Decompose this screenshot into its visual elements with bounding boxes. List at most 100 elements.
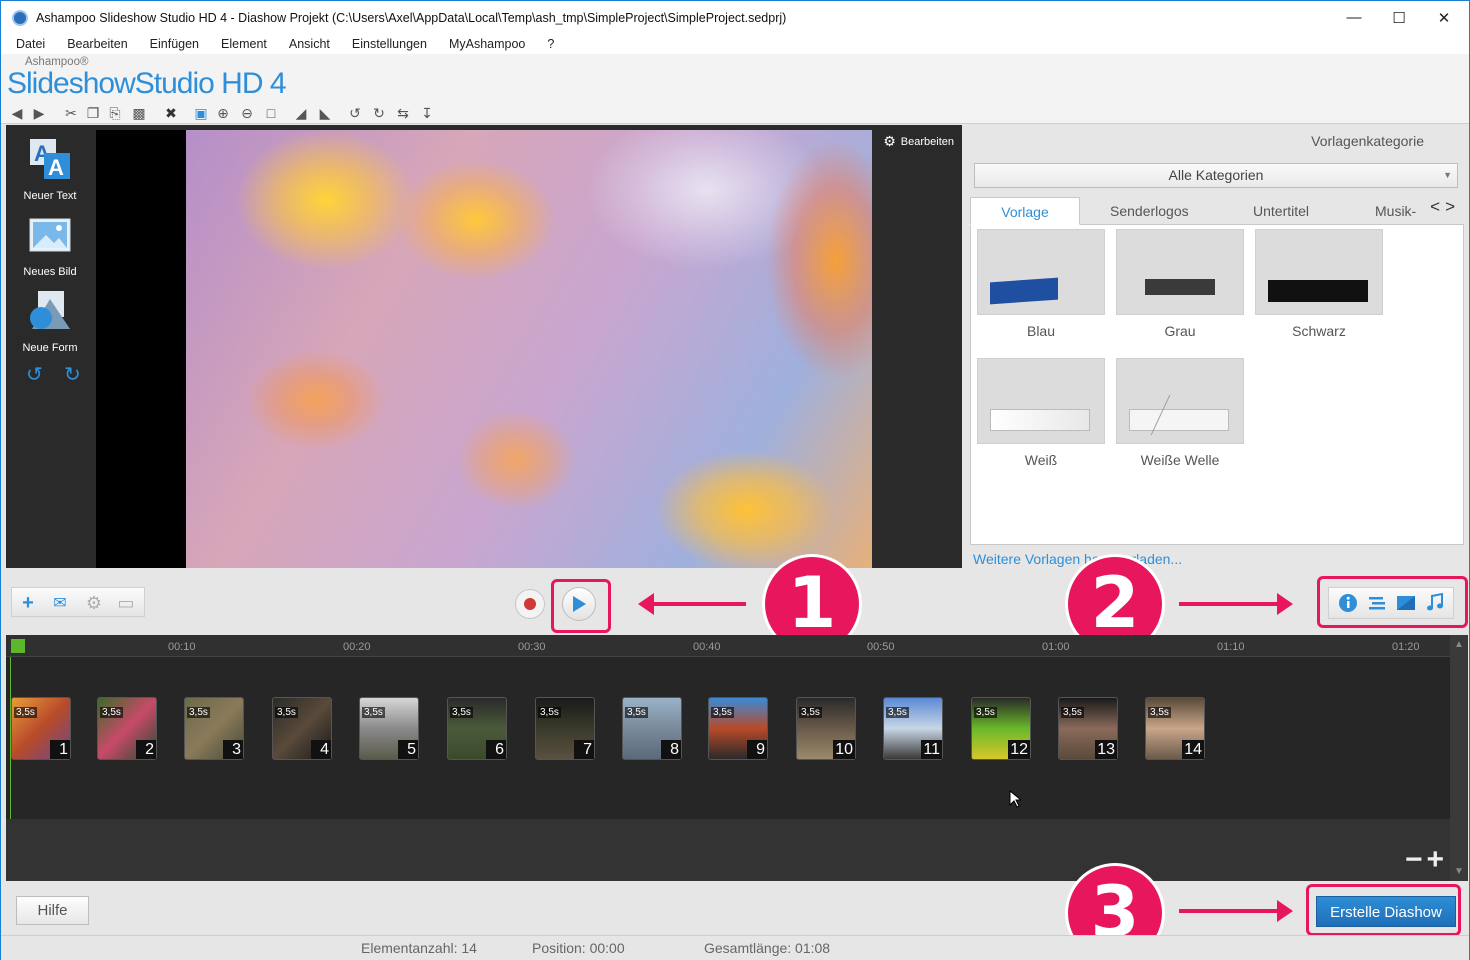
- timeline-clip[interactable]: 3,5s 5: [359, 697, 419, 760]
- play-button[interactable]: [562, 587, 596, 621]
- timeline: 00:10 00:20 00:30 00:40 00:50 01:00 01:1…: [6, 635, 1468, 881]
- minimize-icon[interactable]: —: [1331, 1, 1377, 34]
- menu-einfuegen[interactable]: Einfügen: [150, 37, 199, 51]
- music-icon[interactable]: [1423, 593, 1447, 613]
- cut-icon[interactable]: ✂: [63, 105, 79, 121]
- timeline-clip[interactable]: 3,5s 6: [447, 697, 507, 760]
- tick-label: 01:20: [1392, 641, 1420, 653]
- undo-icon[interactable]: ◀: [9, 105, 25, 121]
- template-item-blau[interactable]: Blau: [977, 229, 1105, 339]
- timeline-track[interactable]: 3,5s 1 3,5s 2 3,5s 3 3,5s 4 3,5s 5 3,5s 6 3,5s…: [6, 657, 1450, 819]
- undo-icon[interactable]: ↺: [26, 362, 43, 387]
- tick-label: 01:00: [1042, 641, 1070, 653]
- zoom-reset-icon[interactable]: □: [263, 105, 279, 121]
- zoom-in-icon[interactable]: +: [1426, 843, 1448, 876]
- template-item-weiss[interactable]: Weiß: [977, 358, 1105, 468]
- start-marker-icon[interactable]: [11, 639, 25, 653]
- timeline-clip[interactable]: 3,5s 9: [708, 697, 768, 760]
- new-shape-tool[interactable]: Neue Form: [6, 289, 94, 354]
- tab-senderlogos[interactable]: Senderlogos: [1110, 197, 1189, 225]
- category-value: Alle Kategorien: [1168, 167, 1264, 183]
- redo-icon[interactable]: ↻: [64, 362, 81, 387]
- menu-myashampoo[interactable]: MyAshampoo: [449, 37, 525, 51]
- close-icon[interactable]: ✕: [1421, 1, 1467, 34]
- timeline-clip[interactable]: 3,5s 2: [97, 697, 157, 760]
- zoom-out-icon[interactable]: ⊖: [239, 105, 255, 121]
- edit-button[interactable]: ⚙ Bearbeiten: [883, 133, 954, 150]
- preview-image[interactable]: [186, 130, 872, 568]
- timeline-clip[interactable]: 3,5s 13: [1058, 697, 1118, 760]
- clip-number: 4: [311, 740, 331, 759]
- chevron-down-icon: ▼: [1443, 170, 1452, 180]
- tab-scroll-buttons[interactable]: <>: [1430, 197, 1460, 217]
- status-bar: Elementanzahl: 14 Position: 00:00 Gesamt…: [1, 935, 1469, 960]
- zoom-fit-icon[interactable]: ▣: [193, 105, 209, 121]
- clip-duration: 3,5s: [625, 707, 648, 718]
- info-icon[interactable]: [1336, 593, 1360, 613]
- new-text-tool[interactable]: A A Neuer Text: [6, 137, 94, 202]
- template-item-weisse-welle[interactable]: Weiße Welle: [1116, 358, 1244, 468]
- transition-icon[interactable]: [1394, 593, 1418, 613]
- template-item-schwarz[interactable]: Schwarz: [1255, 229, 1383, 339]
- tab-untertitel[interactable]: Untertitel: [1253, 197, 1309, 225]
- rotate-right-icon[interactable]: ↻: [371, 105, 387, 121]
- bring-forward-icon[interactable]: ◢: [293, 105, 309, 121]
- new-image-tool[interactable]: Neues Bild: [6, 213, 94, 278]
- align-icon[interactable]: ↧: [419, 105, 435, 121]
- tick-label: 00:50: [867, 641, 895, 653]
- timeline-clip[interactable]: 3,5s 10: [796, 697, 856, 760]
- clip-duration: 3,5s: [275, 707, 298, 718]
- timeline-clip[interactable]: 3,5s 11: [883, 697, 943, 760]
- timeline-icon[interactable]: [1365, 593, 1389, 613]
- help-button[interactable]: Hilfe: [16, 896, 89, 925]
- timeline-clip[interactable]: 3,5s 1: [11, 697, 71, 760]
- product-version: HD 4: [221, 67, 286, 100]
- timeline-clip[interactable]: 3,5s 8: [622, 697, 682, 760]
- rotate-left-icon[interactable]: ↺: [347, 105, 363, 121]
- menu-einstellungen[interactable]: Einstellungen: [352, 37, 427, 51]
- delete-icon[interactable]: ✖: [163, 105, 179, 121]
- timeline-clip[interactable]: 3,5s 14: [1145, 697, 1205, 760]
- category-title: Vorlagenkategorie: [1311, 133, 1424, 149]
- preview-area: ⚙ Bearbeiten: [94, 125, 962, 568]
- scroll-up-icon[interactable]: ▲: [1454, 639, 1464, 650]
- trash-icon[interactable]: ▭: [114, 591, 138, 615]
- send-backward-icon[interactable]: ◣: [317, 105, 333, 121]
- clip-duration: 3,5s: [1061, 707, 1084, 718]
- template-label: Grau: [1164, 323, 1196, 339]
- timeline-clip[interactable]: 3,5s 3: [184, 697, 244, 760]
- menu-bearbeiten[interactable]: Bearbeiten: [67, 37, 127, 51]
- timeline-audio-track[interactable]: [6, 819, 1450, 881]
- clip-duration: 3,5s: [1148, 707, 1171, 718]
- tab-musik[interactable]: Musik-: [1375, 197, 1416, 225]
- add-media-icon[interactable]: ✉: [48, 591, 72, 615]
- timeline-clip[interactable]: 3,5s 12: [971, 697, 1031, 760]
- more-templates-link[interactable]: Weitere Vorlagen herunterladen...: [973, 551, 1182, 567]
- menu-ansicht[interactable]: Ansicht: [289, 37, 330, 51]
- category-select[interactable]: Alle Kategorien ▼: [974, 163, 1458, 188]
- clip-number: 7: [574, 740, 594, 759]
- menu-datei[interactable]: Datei: [16, 37, 45, 51]
- menu-element[interactable]: Element: [221, 37, 267, 51]
- create-slideshow-button[interactable]: Erstelle Diashow: [1316, 896, 1456, 927]
- menu-help[interactable]: ?: [547, 37, 554, 51]
- tab-vorlage[interactable]: Vorlage: [970, 197, 1080, 225]
- timeline-scrollbar[interactable]: ▲ ▼: [1450, 635, 1468, 881]
- timeline-clip[interactable]: 3,5s 7: [535, 697, 595, 760]
- duplicate-icon[interactable]: ▩: [131, 105, 147, 121]
- paste-icon[interactable]: ⎘: [107, 105, 123, 121]
- record-button[interactable]: [515, 589, 545, 619]
- timeline-clip[interactable]: 3,5s 4: [272, 697, 332, 760]
- copy-icon[interactable]: ❐: [85, 105, 101, 121]
- add-icon[interactable]: +: [16, 591, 40, 615]
- maximize-icon[interactable]: ☐: [1376, 1, 1422, 34]
- redo-icon[interactable]: ▶: [31, 105, 47, 121]
- scroll-down-icon[interactable]: ▼: [1454, 866, 1464, 877]
- timeline-ruler[interactable]: 00:10 00:20 00:30 00:40 00:50 01:00 01:1…: [6, 635, 1450, 657]
- flip-icon[interactable]: ⇆: [395, 105, 411, 121]
- template-item-grau[interactable]: Grau: [1116, 229, 1244, 339]
- settings-icon[interactable]: ⚙: [82, 591, 106, 615]
- zoom-in-icon[interactable]: ⊕: [215, 105, 231, 121]
- zoom-out-icon[interactable]: −: [1405, 843, 1427, 876]
- clip-number: 5: [398, 740, 418, 759]
